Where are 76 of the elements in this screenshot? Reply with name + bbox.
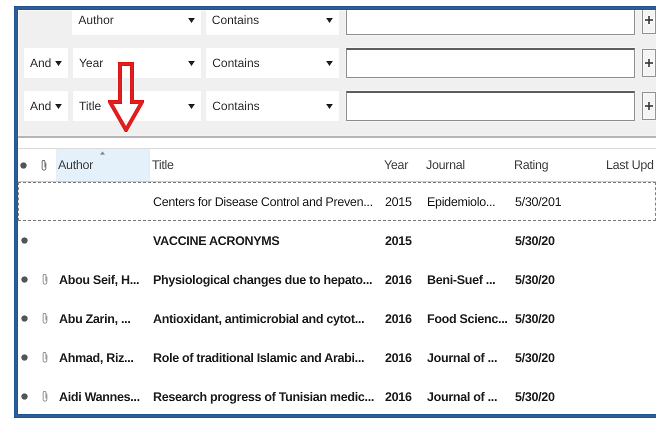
caret-icon <box>55 60 62 66</box>
reference-row[interactable]: Ahmad, Riz... Role of traditional Islamic and Arabi... 2016 Journal of ... 5/30/20 <box>18 338 656 377</box>
down-arrow-annotation <box>108 62 144 132</box>
dropdown-value: Title <box>79 99 102 113</box>
column-header[interactable]: Journal <box>424 149 512 181</box>
table-cell: Abou Seif, H... <box>59 272 140 286</box>
add-row-button[interactable] <box>642 92 656 120</box>
column-header[interactable]: Rating <box>512 149 604 181</box>
table-cell: Ahmad, Riz... <box>59 350 134 364</box>
dropdown-value: Contains <box>212 13 260 27</box>
table-cell: 5/30/20 <box>515 390 555 404</box>
caret-icon <box>188 104 196 108</box>
reference-row[interactable]: VACCINE ACRONYMS 2015 5/30/20 <box>18 221 656 260</box>
dropdown-value: And <box>30 56 52 70</box>
table-cell: 2015 <box>385 234 412 248</box>
add-row-button[interactable] <box>642 10 656 34</box>
caret-icon <box>326 104 334 108</box>
caret-icon <box>326 18 334 22</box>
column-header[interactable]: Title <box>150 149 382 181</box>
paperclip-icon <box>40 158 48 172</box>
table-cell: 5/30/20 <box>515 312 555 326</box>
add-row-button[interactable] <box>642 49 656 77</box>
table-cell: 2016 <box>385 350 412 364</box>
search-term-field[interactable] <box>346 48 636 78</box>
table-cell: 2016 <box>385 390 412 404</box>
table-cell: Beni-Suef ... <box>427 272 496 286</box>
table-cell: VACCINE ACRONYMS <box>153 234 280 248</box>
search-term-field[interactable] <box>346 91 636 121</box>
table-cell: Aidi Wannes... <box>59 390 140 404</box>
table-cell: 5/30/201 <box>515 194 562 208</box>
operator-dropdown[interactable]: Contains <box>206 91 340 121</box>
caret-icon <box>55 104 62 108</box>
caret-icon <box>326 60 334 66</box>
dropdown-value: Contains <box>212 99 260 113</box>
caret-icon <box>188 18 195 22</box>
table-cell: Journal of ... <box>427 350 498 364</box>
column-header[interactable]: Last Upd <box>604 149 656 181</box>
column-header[interactable]: Year <box>382 149 424 181</box>
operator-dropdown[interactable]: Contains <box>206 48 340 78</box>
sort-caret-icon <box>100 151 105 155</box>
column-header[interactable]: Author <box>56 149 150 181</box>
table-cell: Role of traditional Islamic and Arabi... <box>153 350 364 364</box>
table-cell: 5/30/20 <box>515 350 555 364</box>
reference-row[interactable]: Abu Zarin, ... Antioxidant, antimicrobial and cytot... 2016 Food Scienc... 5/30/20 <box>18 299 656 338</box>
reference-row[interactable]: Centers for Disease Control and Preven... 2015 Epidemiolo... 5/30/201 <box>18 182 656 221</box>
field-dropdown[interactable]: Year <box>73 48 202 78</box>
table-cell: Antioxidant, antimicrobial and cytot... <box>153 312 364 326</box>
read-status-icon <box>20 162 27 168</box>
table-cell: Research progress of Tunisian medic... <box>153 390 374 404</box>
table-cell: 5/30/20 <box>515 272 555 286</box>
field-dropdown[interactable]: Title <box>73 91 202 121</box>
table-cell: Food Scienc... <box>427 312 508 326</box>
search-term-field[interactable] <box>346 10 636 35</box>
table-cell: Epidemiolo... <box>427 194 496 208</box>
dropdown-value: Year <box>79 56 104 70</box>
field-dropdown[interactable]: Author <box>72 10 201 35</box>
table-cell: Centers for Disease Control and Preven... <box>153 194 373 208</box>
dropdown-value: And <box>30 99 52 113</box>
dropdown-value: Author <box>78 13 114 27</box>
reference-row[interactable]: Abou Seif, H... Physiological changes due to hepato... 2016 Beni-Suef ... 5/30/20 <box>18 260 656 299</box>
table-cell: 2015 <box>385 194 412 208</box>
table-cell: Journal of ... <box>427 390 498 404</box>
table-cell: Physiological changes due to hepato... <box>153 272 372 286</box>
reference-row[interactable]: Aidi Wannes... Research progress of Tunisian medic... 2016 Journal of ... 5/30/20 <box>18 377 656 414</box>
operator-dropdown[interactable]: Contains <box>206 10 340 35</box>
table-cell: Abu Zarin, ... <box>59 312 130 326</box>
caret-icon <box>188 60 196 66</box>
conjunction-dropdown[interactable]: And <box>24 91 68 121</box>
table-cell: 5/30/20 <box>515 234 555 248</box>
table-cell: 2016 <box>385 272 412 286</box>
plus-icon <box>645 16 654 24</box>
dropdown-value: Contains <box>212 56 260 70</box>
plus-icon <box>645 59 654 67</box>
conjunction-dropdown[interactable]: And <box>24 48 68 78</box>
table-cell: 2016 <box>385 312 412 326</box>
plus-icon <box>645 102 654 110</box>
